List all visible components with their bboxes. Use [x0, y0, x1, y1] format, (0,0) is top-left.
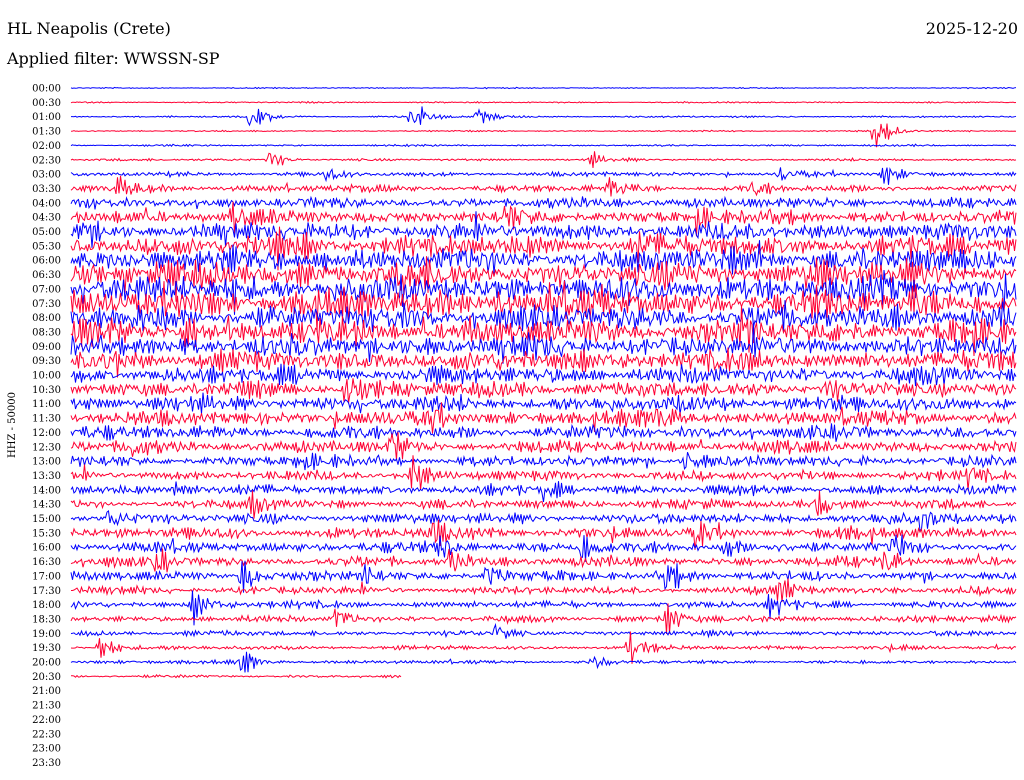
row-tick-label: 19:00 [32, 629, 61, 640]
row-tick-labels: 00:00 00:30 01:00 01:30 02:00 02:30 03:00 03:30… [32, 84, 61, 769]
trace-row [70, 151, 1017, 168]
channel-label: HHZ - 50000 [7, 392, 18, 458]
row-tick-label: 21:00 [32, 686, 61, 697]
trace-row [71, 673, 402, 679]
trace-row [70, 631, 1017, 664]
row-tick-label: 16:30 [32, 557, 61, 568]
row-tick-label: 23:00 [32, 744, 61, 755]
row-tick-label: 09:30 [32, 356, 61, 367]
trace-row [70, 143, 1017, 148]
row-tick-label: 05:00 [32, 227, 61, 238]
row-tick-label: 10:00 [32, 371, 61, 382]
row-tick-label: 20:00 [32, 658, 61, 669]
row-tick-label: 17:00 [32, 571, 61, 582]
trace-row [70, 534, 1017, 562]
row-tick-label: 19:30 [32, 643, 61, 654]
row-tick-label: 02:00 [32, 141, 61, 152]
row-tick-label: 13:30 [32, 471, 61, 482]
trace-row [70, 548, 1017, 573]
row-tick-label: 08:00 [32, 313, 61, 324]
trace-row [71, 106, 1017, 127]
row-tick-label: 15:00 [32, 514, 61, 525]
row-tick-label: 07:30 [32, 299, 61, 310]
trace-row [70, 167, 1017, 185]
trace-row [70, 86, 1017, 90]
row-tick-label: 18:30 [32, 614, 61, 625]
trace-row [70, 175, 1017, 197]
row-tick-label: 11:30 [32, 414, 61, 425]
trace-row [70, 519, 1017, 550]
trace-row [70, 490, 1017, 519]
row-tick-label: 17:30 [32, 586, 61, 597]
trace-row [70, 590, 1017, 626]
trace-row [70, 452, 1017, 471]
row-tick-label: 20:30 [32, 672, 61, 683]
row-tick-label: 04:00 [32, 198, 61, 209]
row-tick-label: 21:30 [32, 701, 61, 712]
row-tick-label: 23:30 [32, 758, 61, 769]
row-tick-label: 05:30 [32, 241, 61, 252]
row-tick-label: 06:30 [32, 270, 61, 281]
row-tick-label: 00:30 [32, 98, 61, 109]
row-tick-label: 00:00 [32, 84, 61, 95]
trace-row [70, 509, 1017, 532]
row-tick-label: 12:30 [32, 442, 61, 453]
trace-row [70, 651, 1017, 673]
trace-row [70, 123, 1017, 148]
trace-row [70, 481, 1017, 502]
row-tick-label: 12:00 [32, 428, 61, 439]
trace-row [70, 603, 1017, 635]
trace-row [70, 100, 1017, 104]
row-tick-label: 10:30 [32, 385, 61, 396]
row-tick-label: 01:00 [32, 112, 61, 123]
trace-row [70, 363, 1017, 387]
row-tick-label: 06:00 [32, 256, 61, 267]
row-tick-label: 14:30 [32, 500, 61, 511]
row-tick-label: 01:30 [32, 127, 61, 138]
row-tick-label: 14:00 [32, 485, 61, 496]
row-tick-label: 07:00 [32, 284, 61, 295]
trace-row [70, 431, 1017, 461]
row-tick-label: 08:30 [32, 327, 61, 338]
row-tick-label: 11:00 [32, 399, 61, 410]
row-tick-label: 02:30 [32, 155, 61, 166]
trace-row [70, 195, 1017, 210]
trace-row [71, 578, 1017, 602]
row-tick-label: 18:00 [32, 600, 61, 611]
row-tick-label: 16:00 [32, 543, 61, 554]
row-tick-label: 13:00 [32, 457, 61, 468]
row-tick-label: 04:30 [32, 213, 61, 224]
helicorder-plot: 00:00 00:30 01:00 01:30 02:00 02:30 03:00 03:30… [7, 84, 1017, 769]
row-tick-label: 03:30 [32, 184, 61, 195]
row-tick-label: 22:30 [32, 729, 61, 740]
trace-row [70, 423, 1017, 442]
trace-row [70, 560, 1017, 593]
trace-row [70, 622, 1017, 639]
row-tick-label: 03:00 [32, 170, 61, 181]
row-tick-label: 15:30 [32, 528, 61, 539]
trace-layer [70, 86, 1017, 679]
trace-row [70, 392, 1017, 415]
row-tick-label: 09:00 [32, 342, 61, 353]
row-tick-label: 22:00 [32, 715, 61, 726]
